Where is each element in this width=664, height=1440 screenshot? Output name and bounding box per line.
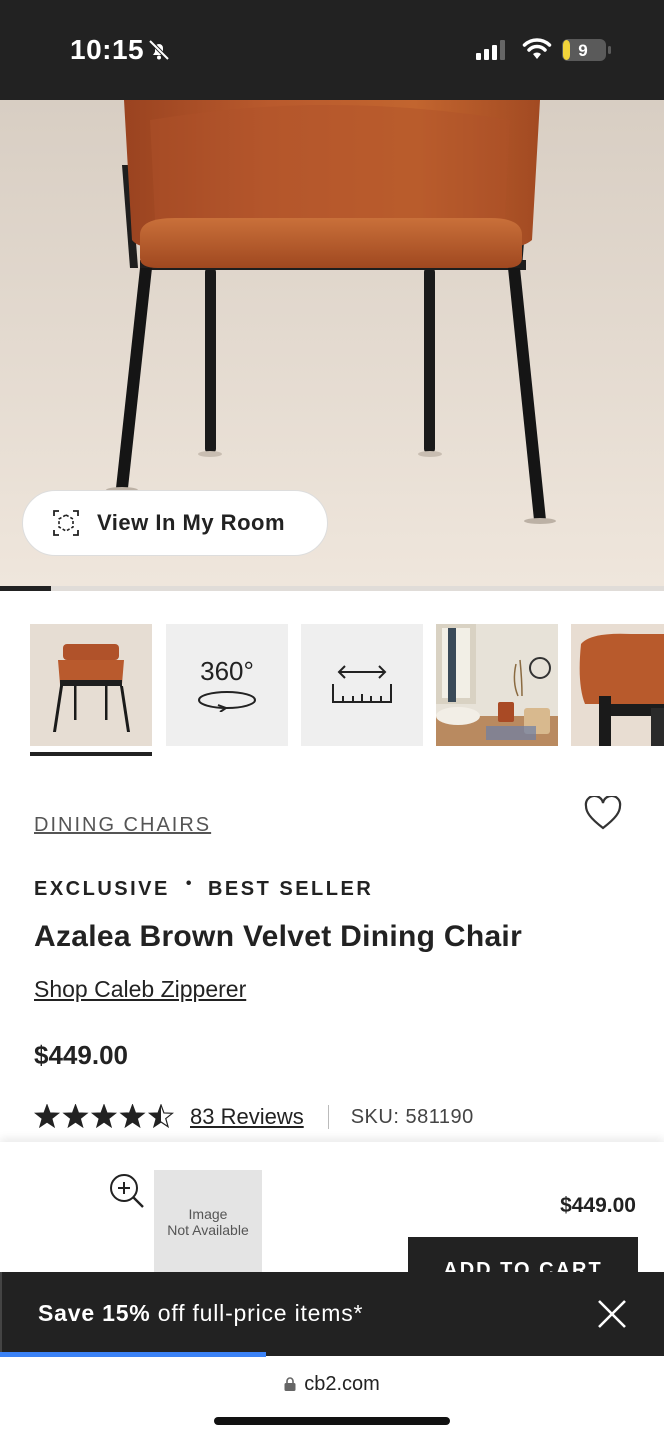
- home-indicator: [214, 1417, 450, 1425]
- placeholder-line-1: Image: [188, 1206, 228, 1222]
- url-display[interactable]: cb2.com: [0, 1373, 664, 1396]
- status-bar: 10:15 9: [0, 0, 664, 100]
- browser-url-bar[interactable]: cb2.com: [0, 1357, 664, 1440]
- divider: [327, 1105, 329, 1129]
- gallery-progress-fill: [0, 586, 52, 591]
- image-not-available-placeholder: Image Not Available: [154, 1170, 262, 1282]
- designer-link[interactable]: Shop Caleb Zipperer: [34, 976, 246, 1003]
- thumbnail-room-photo[interactable]: [436, 624, 558, 746]
- product-title: Azalea Brown Velvet Dining Chair: [34, 920, 523, 953]
- thumbnail-360-label: 360°: [200, 656, 254, 686]
- star-4: [119, 1104, 146, 1129]
- star-1: [34, 1104, 61, 1129]
- thumbnail-detail-photo[interactable]: [571, 624, 664, 746]
- promo-suffix: off full-price items*: [150, 1300, 364, 1326]
- thumbnail-photo-1[interactable]: [30, 624, 152, 746]
- star-5: [147, 1104, 174, 1129]
- cellular-signal-icon: [476, 40, 505, 60]
- placeholder-line-2: Not Available: [167, 1222, 249, 1238]
- tag-separator: •: [185, 874, 194, 892]
- ar-cube-icon: [53, 510, 79, 536]
- sku-label: SKU: 581190: [350, 1105, 474, 1128]
- lock-icon: [284, 1377, 296, 1391]
- star-2: [62, 1104, 89, 1129]
- zoom-in-icon[interactable]: [108, 1172, 146, 1210]
- dimensions-ruler-icon: [332, 665, 392, 703]
- battery-icon: 9: [562, 39, 611, 61]
- bell-off-icon: [148, 39, 170, 61]
- category-breadcrumb-link[interactable]: DINING CHAIRS: [34, 814, 211, 837]
- thumbnail-strip[interactable]: 360°: [30, 624, 664, 758]
- view-in-my-room-button[interactable]: View In My Room: [22, 490, 328, 556]
- thumbnail-360-view[interactable]: 360°: [166, 624, 288, 746]
- gallery-progress-track: [0, 586, 664, 591]
- product-price: $449.00: [34, 1040, 128, 1070]
- thumbnail-dimensions[interactable]: [301, 624, 423, 746]
- promo-banner: Save 15% off full-price items*: [0, 1272, 664, 1356]
- thumbnail-selected-indicator: [30, 752, 152, 756]
- star-rating: [34, 1104, 174, 1129]
- status-time: 10:15: [70, 34, 145, 65]
- reviews-link[interactable]: 83 Reviews: [190, 1104, 304, 1130]
- best-seller-tag: BEST SELLER: [207, 878, 374, 900]
- star-3: [90, 1104, 118, 1129]
- wifi-icon: [522, 38, 552, 59]
- sticky-price: $449.00: [560, 1194, 636, 1217]
- rotate-360-icon: [198, 691, 256, 712]
- sticky-add-to-cart-bar: Image Not Available $449.00 ADD TO CART: [0, 1142, 664, 1282]
- close-icon[interactable]: [596, 1298, 628, 1330]
- rating-row: 83 Reviews SKU: 581190: [34, 1104, 474, 1130]
- promo-prefix: Save: [38, 1300, 103, 1326]
- promo-highlight: 15%: [102, 1300, 151, 1326]
- promo-text: Save 15% off full-price items*: [38, 1300, 363, 1327]
- url-text: cb2.com: [304, 1373, 380, 1395]
- product-tags: EXCLUSIVE • BEST SELLER: [34, 874, 374, 901]
- exclusive-tag: EXCLUSIVE: [34, 878, 170, 900]
- heart-icon[interactable]: [584, 796, 622, 832]
- view-in-my-room-label: View In My Room: [97, 510, 286, 535]
- battery-level: 9: [578, 41, 587, 60]
